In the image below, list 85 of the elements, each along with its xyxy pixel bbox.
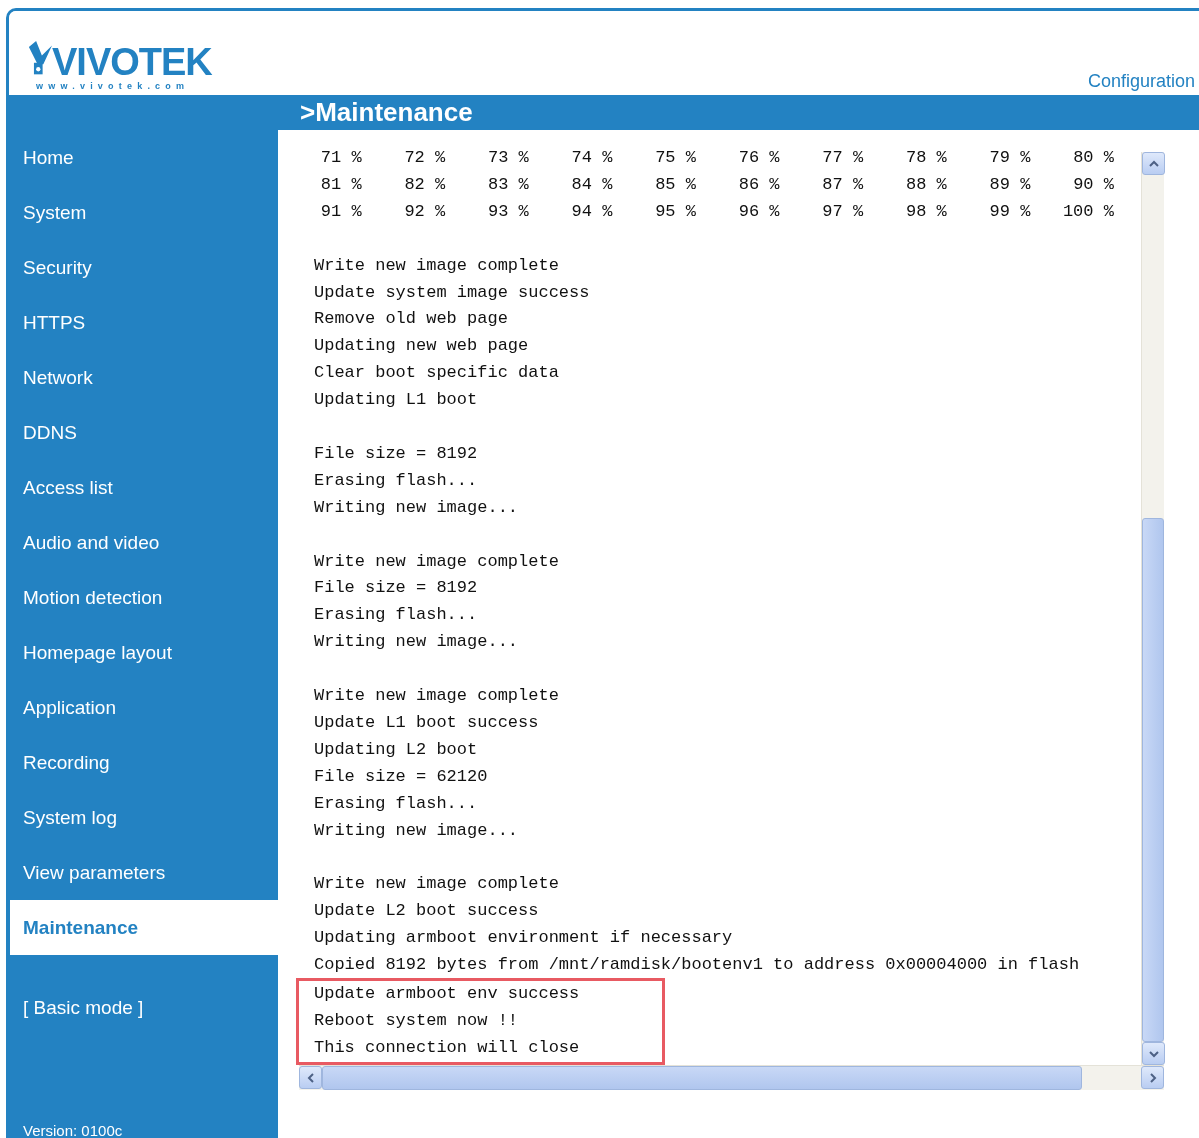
log-line: Clear boot specific data (314, 362, 560, 385)
scroll-up-button[interactable] (1142, 152, 1165, 175)
scroll-left-button[interactable] (299, 1066, 322, 1089)
progress-value: 72 % (403, 147, 447, 169)
log-line: Update L2 boot success (314, 900, 540, 923)
sidebar-item[interactable]: Application (9, 680, 278, 735)
log-line: Write new image complete (314, 873, 560, 896)
log-line: Remove old web page (314, 308, 509, 331)
progress-value: 86 % (737, 173, 781, 196)
progress-value: 79 % (988, 147, 1032, 169)
sidebar-item[interactable]: Homepage layout (9, 625, 278, 680)
progress-value: 73 % (486, 147, 530, 169)
progress-value: 81 % (319, 173, 363, 196)
log-line: File size = 8192 (314, 442, 479, 465)
progress-value: 94 % (570, 200, 614, 223)
progress-value: 95 % (654, 200, 697, 223)
sidebar-item[interactable]: DDNS (9, 405, 278, 460)
progress-value: 83 % (486, 173, 530, 196)
log-line: Copied 8192 bytes from /mnt/ramdisk/bootenv1 to address 0x00004000 in flash (314, 954, 1081, 977)
scroll-right-button[interactable] (1141, 1066, 1164, 1089)
log-line: Updating L1 boot (314, 389, 479, 412)
log-line: Update armboot env success (314, 983, 581, 1005)
progress-value: 89 % (988, 173, 1032, 196)
sidebar-item[interactable]: Security (9, 240, 278, 295)
log-line: Reboot system now !! (314, 1009, 520, 1032)
progress-value: 77 % (821, 147, 865, 169)
sidebar-item[interactable]: View parameters (9, 845, 278, 900)
progress-value: 88 % (904, 173, 948, 196)
sidebar-item[interactable]: Network (9, 350, 278, 405)
log-line: Erasing flash... (314, 604, 479, 627)
sidebar-item[interactable]: Motion detection (9, 570, 278, 625)
sidebar-item[interactable]: Home (9, 130, 278, 185)
progress-value: 99 % (988, 200, 1032, 223)
log-line: Writing new image... (314, 631, 520, 654)
progress-value: 87 % (821, 173, 865, 196)
sidebar-item[interactable]: HTTPS (9, 295, 278, 350)
configuration-link[interactable]: Configuration (1087, 71, 1199, 95)
progress-value: 85 % (654, 173, 697, 196)
progress-value: 98 % (904, 200, 948, 223)
page-title: >Maintenance (300, 97, 473, 128)
progress-value: 76 % (737, 147, 781, 169)
log-line: Erasing flash... (314, 792, 479, 815)
log-line: Write new image complete (314, 685, 560, 708)
progress-value: 91 % (319, 200, 363, 223)
log-line: Writing new image... (314, 496, 520, 519)
progress-value: 75 % (654, 147, 697, 169)
progress-value: 82 % (403, 173, 447, 196)
log-line: Write new image complete (314, 254, 560, 277)
basic-mode-link[interactable]: [ Basic mode ] (23, 997, 278, 1019)
log-line: Updating L2 boot (314, 738, 479, 761)
log-line: Update L1 boot success (314, 711, 540, 734)
progress-value: 93 % (486, 200, 530, 223)
sidebar-item[interactable]: System (9, 185, 278, 240)
scroll-thumb[interactable] (322, 1066, 1082, 1090)
progress-value: 80 % (1072, 147, 1115, 169)
vertical-scrollbar[interactable] (1141, 152, 1164, 1065)
progress-value: 97 % (821, 200, 865, 223)
sidebar-item[interactable]: Audio and video (9, 515, 278, 570)
progress-value: 84 % (570, 173, 614, 196)
log-line: This connection will close (314, 1036, 581, 1059)
sidebar-item[interactable]: Maintenance (10, 900, 278, 955)
progress-value: 100 % (1061, 200, 1115, 223)
logo-url: www.vivotek.com (36, 81, 191, 91)
scroll-down-button[interactable] (1142, 1042, 1165, 1065)
progress-value: 74 % (570, 147, 614, 169)
sidebar-item[interactable]: System log (9, 790, 278, 845)
log-line: Update system image success (314, 281, 591, 304)
scroll-thumb[interactable] (1142, 518, 1164, 1042)
log-line: Updating armboot environment if necessary (314, 927, 734, 950)
progress-value: 71 % (319, 147, 363, 169)
progress-value: 92 % (403, 200, 447, 223)
log-line: File size = 8192 (314, 577, 479, 600)
version-text: Version: 0100c (23, 1122, 124, 1138)
progress-value: 78 % (904, 147, 948, 169)
progress-value: 90 % (1072, 173, 1115, 196)
log-line: Write new image complete (314, 550, 560, 573)
sidebar-item[interactable]: Access list (9, 460, 278, 515)
log-line: Updating new web page (314, 335, 530, 358)
log-line: File size = 62120 (314, 765, 489, 788)
horizontal-scrollbar[interactable] (299, 1065, 1164, 1090)
sidebar-item[interactable]: Recording (9, 735, 278, 790)
progress-value: 96 % (737, 200, 781, 223)
logo-wordmark: VIVOTEK (52, 43, 212, 81)
log-line: Erasing flash... (314, 469, 479, 492)
log-line: Writing new image... (314, 819, 520, 842)
